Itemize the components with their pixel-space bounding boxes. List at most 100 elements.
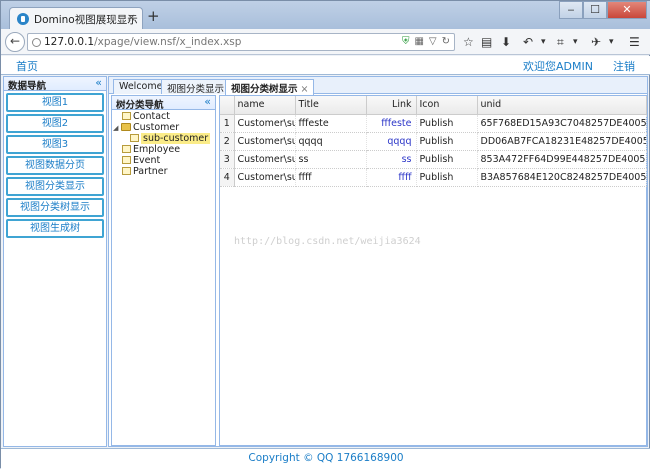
grid-header-rownum (220, 96, 235, 115)
tree-node-customer[interactable]: ◢ Customer (112, 122, 215, 133)
grid-header-unid[interactable]: unid (477, 96, 647, 115)
dropdown-icon[interactable]: ▽ (429, 36, 437, 47)
row-number: 1 (220, 114, 235, 133)
browser-tab-title: Domino视图展现显示 (34, 14, 138, 26)
table-row[interactable]: 4 Customer\sub-cu ffff ffff Publish B3A8… (220, 168, 647, 187)
cell-title: fffeste (295, 114, 367, 133)
cell-name: Customer\sub-cu (234, 132, 296, 151)
logout-link[interactable]: 注销 (613, 58, 635, 74)
table-row[interactable]: 1 Customer\sub-cu fffeste fffeste Publis… (220, 114, 647, 133)
site-info-icon[interactable] (32, 38, 41, 47)
tree-node-label: Partner (133, 166, 168, 177)
cell-icon: Publish (416, 150, 478, 169)
cell-link[interactable]: qqqq (366, 132, 417, 151)
tree-node-label: Event (133, 155, 161, 166)
grid-header-row: name Title Link Icon unid (220, 96, 647, 115)
cell-unid: DD06AB7FCA18231E48257DE40052181B (477, 132, 647, 151)
chevron-down-icon[interactable]: ▾ (541, 37, 546, 47)
home-link[interactable]: 首页 (16, 58, 38, 74)
cell-unid: 65F768ED15A93C7048257DE40052181A (477, 114, 647, 133)
row-number: 2 (220, 132, 235, 151)
document-icon (122, 156, 131, 164)
url-host: 127.0.0.1 (44, 36, 95, 48)
tab-close-icon[interactable]: × (127, 11, 136, 24)
tab-label: Welcome (119, 81, 163, 92)
tree-node-contact[interactable]: Contact (112, 111, 215, 122)
chevron-down-icon[interactable]: ▾ (609, 37, 614, 47)
cell-title: ffff (295, 168, 367, 187)
download-icon[interactable]: ⬇ (501, 35, 511, 49)
cell-unid: 853A472FF64D99E448257DE4005217FC (477, 150, 647, 169)
document-icon (130, 134, 139, 142)
cell-link[interactable]: fffeste (366, 114, 417, 133)
document-icon (122, 167, 131, 175)
tab-label: 视图分类树显示 (231, 84, 298, 95)
maximize-button[interactable]: ☐ (583, 1, 607, 19)
folder-open-icon (121, 123, 131, 131)
back-icon[interactable]: ← (5, 32, 25, 52)
nav-category-button[interactable]: 视图分类显示 (6, 177, 104, 196)
star-icon[interactable]: ☆ (463, 35, 474, 49)
tree-node-employee[interactable]: Employee (112, 144, 215, 155)
extension-icon[interactable]: ✈ (591, 35, 601, 49)
browser-window: Domino视图展现显示 × + ‒ ☐ ✕ ← 127.0.0.1/xpage… (0, 0, 650, 469)
window-controls: ‒ ☐ ✕ (559, 1, 647, 19)
nav-bar: ← 127.0.0.1/xpage/view.nsf/x_index.xsp ⛨… (1, 29, 650, 55)
cell-title: ss (295, 150, 367, 169)
grid-header-name[interactable]: name (234, 96, 296, 115)
cell-name: Customer\sub-cu (234, 150, 296, 169)
collapse-icon[interactable]: « (95, 76, 102, 89)
crop-icon[interactable]: ⌗ (557, 35, 564, 50)
url-icons: ⛨ ▦ ▽ ↻ (402, 36, 450, 47)
minimize-button[interactable]: ‒ (559, 1, 583, 19)
table-row[interactable]: 2 Customer\sub-cu qqqq qqqq Publish DD06… (220, 132, 647, 151)
data-nav-panel: 数据导航 « 视图1 视图2 视图3 视图数据分页 视图分类显示 视图分类树显示… (3, 76, 107, 447)
url-text: 127.0.0.1/xpage/view.nsf/x_index.xsp (44, 36, 241, 48)
data-grid: name Title Link Icon unid 1 Customer\sub… (220, 96, 647, 187)
cell-title: qqqq (295, 132, 367, 151)
collapse-icon[interactable]: « (204, 95, 211, 108)
tab-category-tree-view[interactable]: 视图分类树显示 × (225, 79, 315, 95)
reload-icon[interactable]: ↻ (442, 36, 450, 47)
new-tab-icon[interactable]: + (147, 9, 160, 24)
tree-node-label: Customer (133, 122, 180, 133)
qr-icon[interactable]: ▦ (414, 36, 423, 47)
browser-tab[interactable]: Domino视图展现显示 × (9, 7, 143, 29)
tree-node-partner[interactable]: Partner (112, 166, 215, 177)
document-icon (122, 112, 131, 120)
grid-header-icon[interactable]: Icon (416, 96, 478, 115)
nav-category-tree-button[interactable]: 视图分类树显示 (6, 198, 104, 217)
reader-icon[interactable]: ▤ (481, 35, 492, 49)
undo-icon[interactable]: ↶ (523, 35, 533, 49)
watermark-text: http://blog.csdn.net/weijia3624 (234, 236, 421, 247)
url-path: /xpage/view.nsf/x_index.xsp (94, 36, 242, 48)
tree-node-event[interactable]: Event (112, 155, 215, 166)
tree-node-label: Contact (133, 111, 170, 122)
tree-node-sub-customer[interactable]: sub-customer (112, 133, 215, 144)
cell-name: Customer\sub-cu (234, 168, 296, 187)
app-header: 首页 欢迎您ADMIN 注销 (1, 56, 650, 75)
nav-view2-button[interactable]: 视图2 (6, 114, 104, 133)
favicon-icon (17, 13, 29, 25)
cell-icon: Publish (416, 114, 478, 133)
tree-title: 树分类导航 (116, 100, 164, 111)
chevron-down-icon[interactable]: ▾ (573, 37, 578, 47)
data-nav-title: 数据导航 (8, 81, 47, 92)
nav-generate-tree-button[interactable]: 视图生成树 (6, 219, 104, 238)
shield-icon[interactable]: ⛨ (402, 36, 410, 47)
menu-icon[interactable]: ☰ (629, 35, 640, 49)
tree-node-label: Employee (133, 144, 181, 155)
grid-header-title[interactable]: Title (295, 96, 367, 115)
url-field[interactable]: 127.0.0.1/xpage/view.nsf/x_index.xsp ⛨ ▦… (27, 33, 455, 51)
nav-view3-button[interactable]: 视图3 (6, 135, 104, 154)
tab-close-icon[interactable]: × (301, 84, 309, 95)
close-window-button[interactable]: ✕ (607, 1, 647, 19)
nav-view1-button[interactable]: 视图1 (6, 93, 104, 112)
grid-header-link[interactable]: Link (366, 96, 417, 115)
cell-link[interactable]: ffff (366, 168, 417, 187)
nav-paging-button[interactable]: 视图数据分页 (6, 156, 104, 175)
cell-icon: Publish (416, 168, 478, 187)
table-row[interactable]: 3 Customer\sub-cu ss ss Publish 853A472F… (220, 150, 647, 169)
cell-link[interactable]: ss (366, 150, 417, 169)
tree-panel: 树分类导航 « Contact ◢ Customer sub-customer E… (111, 95, 216, 446)
